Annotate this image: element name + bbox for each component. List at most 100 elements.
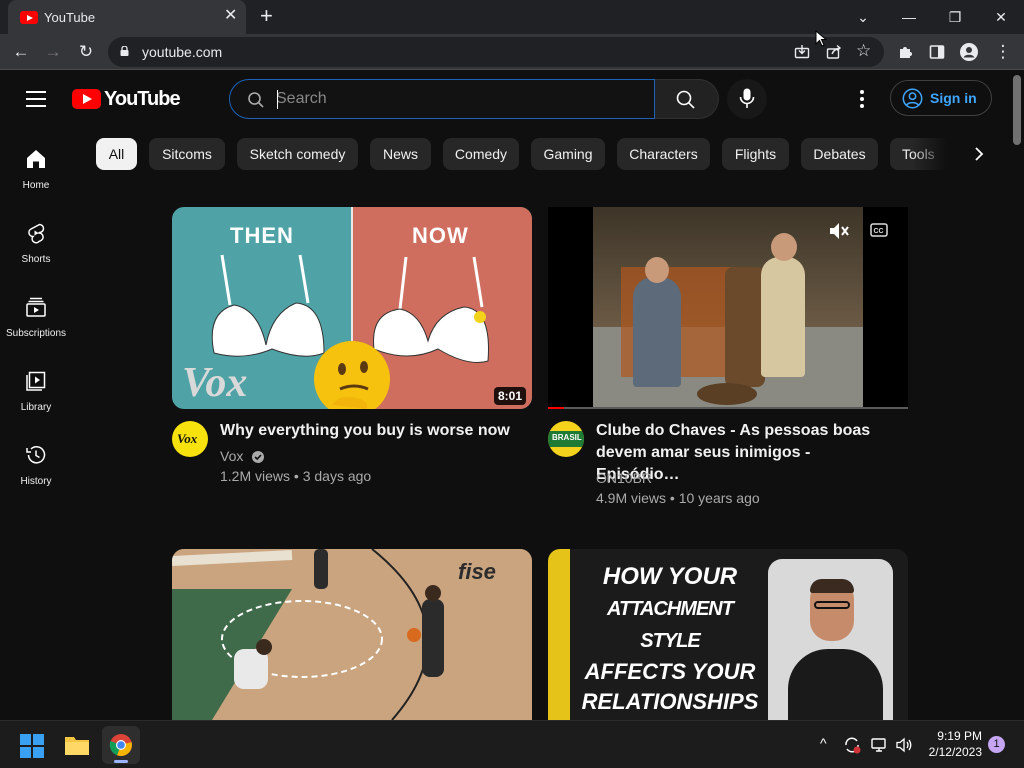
preview-progress-track[interactable] [548,407,908,409]
video-thumbnail-3[interactable]: fise [172,549,532,720]
search-input[interactable] [276,89,636,109]
sidebar-item-subscriptions[interactable]: Subscriptions [0,296,72,370]
actor-figure-2 [761,257,805,377]
video-thumbnail-1[interactable]: THEN NOW Vox 8:01 [172,207,532,409]
bookmark-star-icon[interactable]: ☆ [856,41,871,61]
clock-time[interactable]: 9:19 PM [912,729,982,743]
upload-age: 10 years ago [678,490,760,506]
chip-scroll-right-icon[interactable] [968,144,990,164]
tab-search-chevron-icon[interactable]: ⌄ [848,6,878,28]
video-stats-2: 4.9M views • 10 years ago [596,490,760,506]
video-thumbnail-4[interactable]: HOW YOUR ATTACHMENT STYLE AFFECTS YOUR R… [548,549,908,720]
reload-button[interactable]: ↻ [75,41,97,63]
sidebar-label-home: Home [22,180,50,191]
settings-more-icon[interactable] [850,87,874,111]
search-icon [248,92,264,108]
chip-characters[interactable]: Characters [617,138,710,170]
chip-debates[interactable]: Debates [801,138,878,170]
volume-icon[interactable] [895,736,913,754]
actor-figure [633,277,681,387]
youtube-favicon-icon [20,11,38,24]
hamburger-menu-icon[interactable] [26,91,46,107]
mute-icon[interactable] [828,221,850,241]
closed-captions-icon[interactable]: CC [870,223,888,237]
logo-text: YouTube [104,88,181,110]
chip-gaming[interactable]: Gaming [531,138,605,170]
chip-all[interactable]: All [96,138,137,170]
library-icon [26,371,46,391]
channel-name-vox[interactable]: Vox [220,446,265,466]
channel-avatar-on10br[interactable]: BRASIL [548,421,584,457]
shorts-icon [28,223,45,244]
microphone-icon [739,88,755,108]
chip-flights[interactable]: Flights [722,138,789,170]
browser-toolbar: ← → ↻ youtube.com ☆ ⋮ [0,34,1024,70]
sync-alert-icon[interactable] [843,736,861,754]
youtube-header: YouTube Sign in [0,71,1010,127]
forward-button[interactable]: → [42,41,64,63]
minimize-button[interactable]: — [894,6,924,28]
notification-badge[interactable]: 1 [988,736,1005,753]
subscriptions-icon [26,297,46,317]
tab-close-icon[interactable]: ✕ [224,8,237,24]
youtube-play-logo-icon [72,89,101,109]
clock-date[interactable]: 2/12/2023 [912,745,982,759]
lock-icon [120,46,129,56]
tray-overflow-chevron-icon[interactable]: ^ [820,735,827,751]
address-bar[interactable]: youtube.com ☆ [108,37,884,67]
thumbnail-brand: fise [458,559,496,584]
share-icon[interactable] [826,44,842,60]
chip-comedy[interactable]: Comedy [443,138,519,170]
sign-in-button[interactable]: Sign in [890,80,992,116]
profile-avatar-icon[interactable] [960,43,978,61]
voice-search-button[interactable] [727,79,767,119]
extensions-puzzle-icon[interactable] [897,44,913,60]
on10br-avatar-text: BRASIL [552,433,582,442]
back-button[interactable]: ← [10,41,32,63]
sidebar-item-home[interactable]: Home [0,148,72,222]
channel-avatar-vox[interactable]: Vox [172,421,208,457]
chip-fade [912,138,962,170]
video-title-1[interactable]: Why everything you buy is worse now [220,420,530,442]
file-explorer-icon[interactable] [64,734,90,756]
active-app-indicator [114,760,128,763]
tab-title: YouTube [44,10,96,25]
chrome-menu-icon[interactable]: ⋮ [992,41,1014,63]
close-window-button[interactable]: ✕ [986,6,1016,28]
sidebar-label-shorts: Shorts [21,254,51,265]
video-preview-frame [593,207,863,407]
thumbnail-headline: HOW YOUR ATTACHMENT STYLE AFFECTS YOUR R… [580,561,760,717]
account-circle-icon [902,88,923,109]
verified-badge-icon [252,451,265,463]
side-panel-icon[interactable] [929,44,945,60]
vox-avatar-text: Vox [177,431,198,446]
chip-sitcoms[interactable]: Sitcoms [149,138,225,170]
preview-progress-fill [548,407,565,409]
search-box[interactable] [229,79,655,119]
new-tab-button[interactable]: + [260,5,273,27]
thumbnail-accent-bar [548,549,570,720]
browser-tab-youtube[interactable]: YouTube ✕ [8,0,246,34]
svg-text:CC: CC [874,228,884,235]
restore-button[interactable]: ❐ [940,6,970,28]
url-text: youtube.com [142,44,223,60]
page-scrollbar-thumb[interactable] [1013,75,1021,145]
upload-age: 3 days ago [302,468,372,484]
thinking-emoji-icon [314,341,390,409]
sidebar-item-shorts[interactable]: Shorts [0,222,72,296]
video-thumbnail-2[interactable]: CC [548,207,908,409]
browser-tab-strip: YouTube ✕ + ⌄ — ❐ ✕ [0,0,1024,34]
chip-news[interactable]: News [370,138,431,170]
windows-start-icon[interactable] [20,734,44,758]
install-app-icon[interactable] [794,44,810,60]
network-icon[interactable] [871,736,889,754]
page-scrollbar[interactable] [1010,71,1024,720]
video-title-2-line-1: Clube do Chaves - As pessoas boas [596,422,871,439]
headline-line-2: ATTACHMENT STYLE [607,598,734,652]
chrome-taskbar-button[interactable] [102,726,140,764]
search-button[interactable] [655,79,719,119]
sidebar-item-library[interactable]: Library [0,370,72,444]
sidebar-item-history[interactable]: History [0,444,72,518]
chip-sketch-comedy[interactable]: Sketch comedy [237,138,358,170]
channel-name-on10br[interactable]: ON10BR [596,468,652,488]
